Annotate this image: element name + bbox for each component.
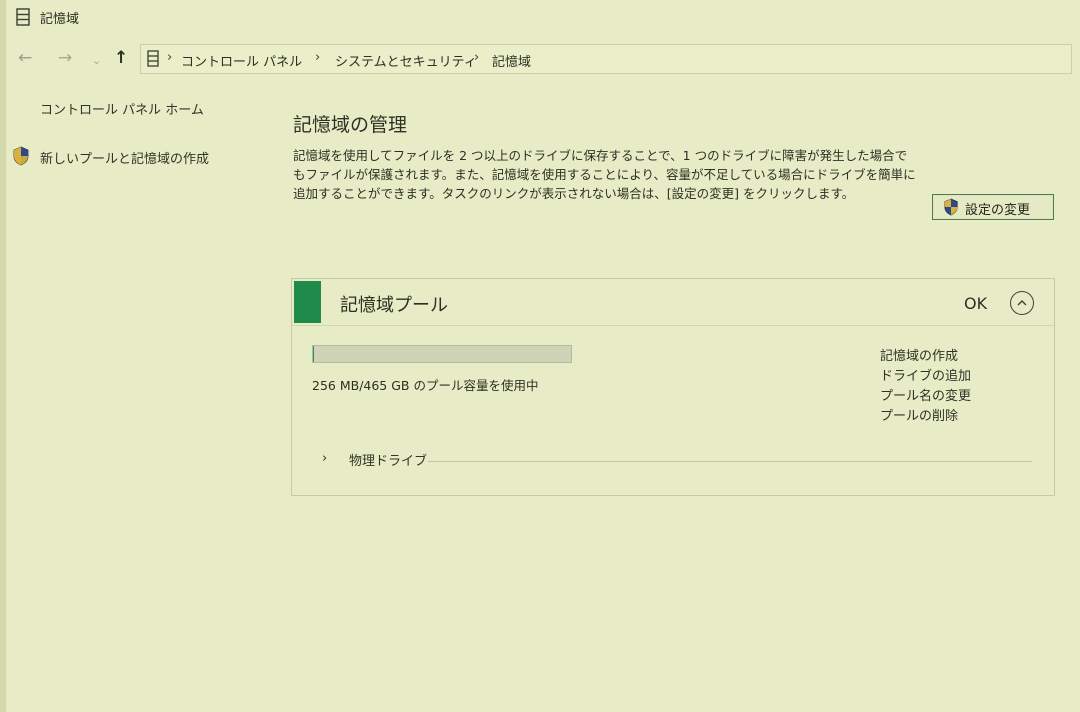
collapse-button[interactable] (1010, 291, 1034, 315)
window-title: 記憶域 (40, 12, 80, 27)
chevron-up-icon (1017, 300, 1027, 306)
pool-usage-text: 256 MB/465 GB のプール容量を使用中 (312, 378, 539, 393)
breadcrumb-separator[interactable]: › (315, 50, 320, 65)
pool-actions: 記憶域の作成 ドライブの追加 プール名の変更 プールの削除 (880, 347, 971, 427)
pool-usage-bar (312, 345, 572, 363)
change-settings-button[interactable]: 設定の変更 (932, 194, 1054, 220)
sidebar-create-pool-link[interactable]: 新しいプールと記憶域の作成 (40, 148, 209, 167)
back-button[interactable]: ← (18, 48, 32, 68)
delete-pool-link[interactable]: プールの削除 (880, 407, 971, 427)
pool-status: OK (964, 294, 988, 313)
forward-button[interactable]: → (58, 48, 72, 68)
uac-shield-icon (944, 198, 958, 216)
breadcrumb-control-panel[interactable]: コントロール パネル (181, 51, 302, 70)
change-settings-label: 設定の変更 (965, 203, 1031, 218)
pool-accent-bar (294, 281, 321, 323)
section-divider (428, 461, 1032, 462)
add-drives-link[interactable]: ドライブの追加 (880, 367, 971, 387)
storage-icon (16, 8, 30, 26)
page-description: 記憶域を使用してファイルを 2 つ以上のドライブに保存することで、1 つのドライ… (293, 148, 916, 201)
chevron-right-icon[interactable]: › (322, 451, 327, 466)
storage-pool-title: 記憶域プール (340, 295, 448, 316)
page-title: 記憶域の管理 (293, 114, 408, 136)
create-storage-space-link[interactable]: 記憶域の作成 (880, 347, 971, 367)
breadcrumb-separator[interactable]: › (474, 50, 479, 65)
storage-icon (147, 50, 159, 67)
window-left-border (0, 0, 6, 712)
storage-pool-panel: 記憶域プール OK 256 MB/465 GB のプール容量を使用中 記憶域の作… (291, 278, 1055, 496)
navigation-bar: ← → ⌄ ↑ › コントロール パネル › システムとセキュリティ › 記憶域 (0, 40, 1080, 76)
breadcrumb-separator[interactable]: › (167, 50, 172, 65)
uac-shield-icon (13, 146, 29, 166)
recent-locations-button[interactable]: ⌄ (92, 51, 101, 71)
up-button[interactable]: ↑ (114, 48, 128, 68)
storage-pool-header: 記憶域プール OK (292, 279, 1054, 326)
breadcrumb-storage-spaces[interactable]: 記憶域 (492, 51, 531, 70)
address-bar[interactable]: › コントロール パネル › システムとセキュリティ › 記憶域 (140, 44, 1072, 74)
breadcrumb-system-security[interactable]: システムとセキュリティ (335, 51, 477, 70)
sidebar-control-panel-home-link[interactable]: コントロール パネル ホーム (40, 99, 204, 118)
rename-pool-link[interactable]: プール名の変更 (880, 387, 971, 407)
physical-drives-toggle[interactable]: 物理ドライブ (349, 450, 427, 469)
title-bar: 記憶域 (0, 0, 1080, 34)
